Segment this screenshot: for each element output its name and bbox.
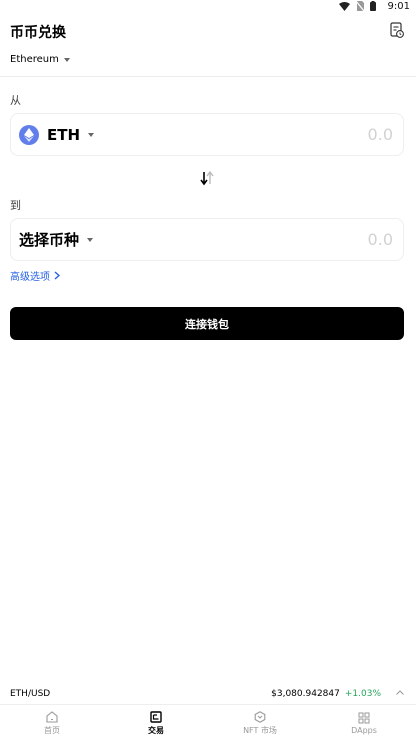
grid-icon (358, 712, 370, 724)
no-sim-icon (356, 1, 364, 11)
status-icons (339, 1, 376, 11)
tab-nft-market[interactable]: NFT 市场 (208, 705, 312, 742)
price-ticker[interactable]: ETH/USD $3,080.942847 +1.03% (0, 684, 416, 704)
trade-icon (150, 711, 162, 723)
chevron-up-icon[interactable] (396, 690, 404, 695)
tab-dapps[interactable]: DApps (312, 705, 416, 742)
wifi-icon (339, 1, 350, 11)
eth-logo-icon (19, 124, 39, 145)
advanced-options-label: 高级选项 (10, 272, 50, 283)
from-token-selector[interactable]: ETH (19, 114, 95, 155)
network-label: Ethereum (10, 54, 59, 65)
ticker-price: $3,080.942847 (271, 689, 340, 699)
ticker-price-group: $3,080.942847 +1.03% (271, 689, 381, 699)
ticker-pair: ETH/USD (10, 689, 51, 699)
chevron-down-icon (87, 237, 94, 242)
history-doc-icon[interactable] (390, 22, 404, 38)
to-token-symbol: 选择币种 (19, 231, 80, 249)
tab-home[interactable]: 首页 (0, 705, 104, 742)
chevron-right-icon (54, 271, 60, 280)
battery-icon (370, 1, 376, 11)
tab-home-label: 首页 (44, 726, 60, 735)
connect-wallet-button[interactable]: 连接钱包 (10, 307, 404, 340)
advanced-options-link[interactable]: 高级选项 (10, 268, 60, 283)
divider (0, 76, 416, 77)
from-label: 从 (10, 94, 21, 107)
nft-icon (254, 711, 266, 723)
status-bar: 9:01 (0, 0, 416, 14)
network-selector[interactable]: Ethereum (10, 54, 70, 65)
from-amount-input[interactable]: 0.0 (368, 114, 393, 155)
tab-nft-market-label: NFT 市场 (243, 726, 277, 735)
to-label: 到 (10, 199, 21, 212)
page-title: 币币兑换 (10, 25, 66, 41)
chevron-down-icon (63, 57, 70, 62)
home-icon (46, 711, 58, 723)
tab-trade-label: 交易 (148, 726, 164, 735)
bottom-tab-bar: 首页 交易 NFT 市场 DApps (0, 704, 416, 742)
tab-dapps-label: DApps (351, 726, 377, 735)
from-token-box: ETH 0.0 (10, 113, 404, 156)
to-token-box: 选择币种 0.0 (10, 218, 404, 261)
chevron-down-icon (88, 132, 95, 137)
tab-trade[interactable]: 交易 (104, 705, 208, 742)
to-token-selector[interactable]: 选择币种 (19, 219, 94, 260)
swap-direction-icon[interactable] (198, 170, 216, 186)
status-time: 9:01 (387, 1, 410, 12)
ticker-change: +1.03% (344, 689, 381, 699)
from-token-symbol: ETH (47, 125, 81, 144)
to-amount-input[interactable]: 0.0 (368, 219, 393, 260)
